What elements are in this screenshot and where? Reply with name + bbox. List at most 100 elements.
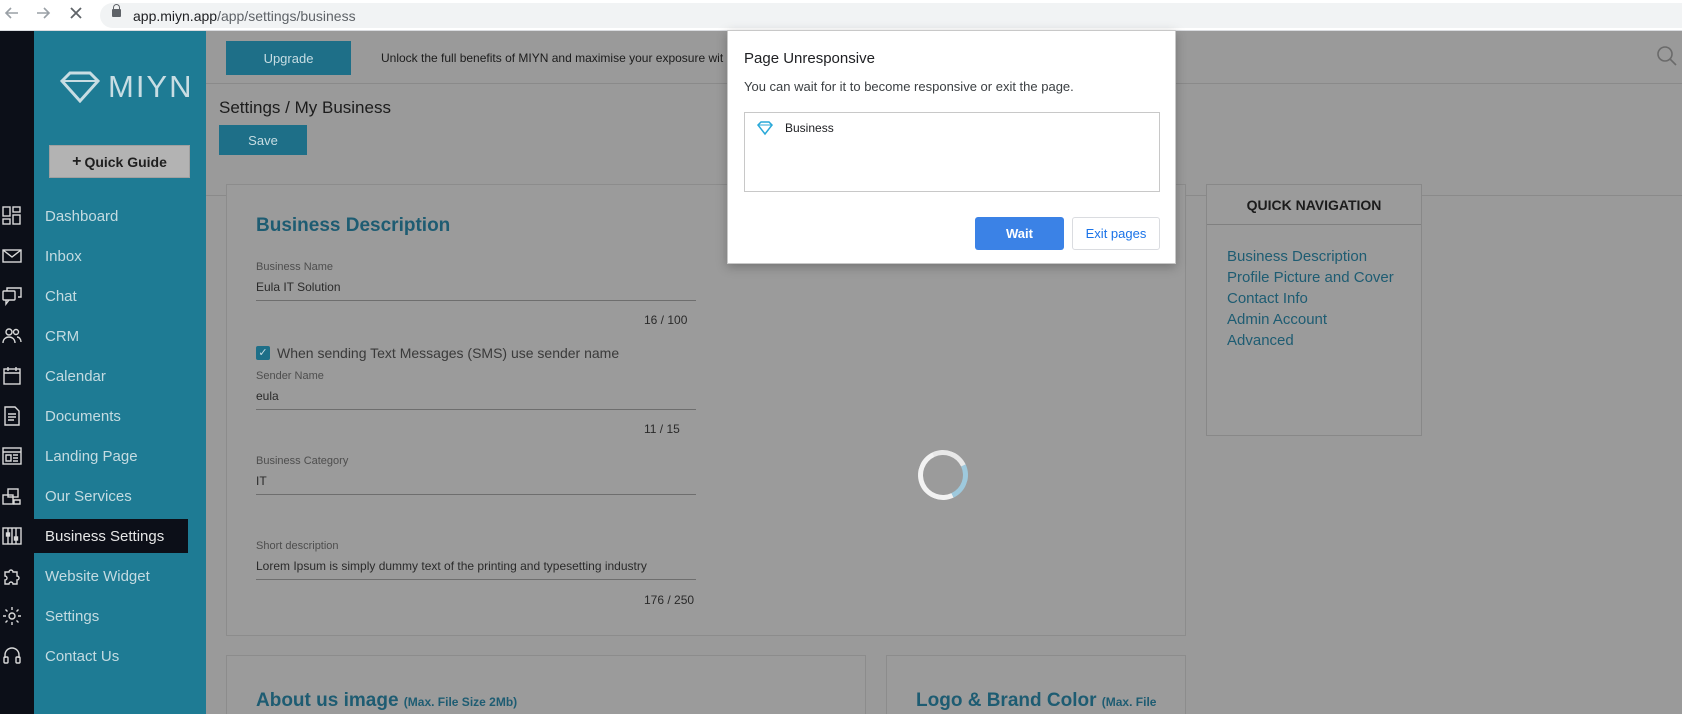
url-path: /app/settings/business (217, 8, 356, 24)
quick-nav-link-admin-account[interactable]: Admin Account (1227, 311, 1327, 328)
sidebar-item-landing-page[interactable]: Landing Page (34, 439, 188, 473)
services-icon[interactable] (1, 485, 23, 507)
chat-icon[interactable] (1, 285, 23, 307)
quick-nav-link-business-description[interactable]: Business Description (1227, 248, 1367, 265)
about-image-title: About us image (Max. File Size 2Mb) (256, 690, 517, 712)
sender-name-field[interactable]: eula (256, 389, 696, 410)
sidebar-item-website-widget[interactable]: Website Widget (34, 559, 188, 593)
logo-brand-panel: Logo & Brand Color (Max. File (886, 655, 1186, 714)
business-category-label: Business Category (256, 455, 349, 467)
sliders-icon[interactable] (1, 525, 23, 547)
sms-sender-label: When sending Text Messages (SMS) use sen… (277, 345, 620, 361)
business-name-counter: 16 / 100 (644, 313, 688, 327)
about-image-note: (Max. File Size 2Mb) (403, 695, 518, 709)
logo-brand-title: Logo & Brand Color (Max. File (916, 690, 1156, 712)
page-unresponsive-dialog: Page Unresponsive You can wait for it to… (727, 30, 1176, 264)
short-description-label: Short description (256, 540, 339, 552)
sidebar-item-label: Documents (45, 407, 121, 425)
quick-guide-label: Quick Guide (84, 153, 167, 170)
sidebar: MIYN + Quick Guide Dashboard Inbox Chat … (34, 31, 206, 714)
sidebar-item-label: Our Services (45, 487, 132, 505)
quick-nav-link-contact-info[interactable]: Contact Info (1227, 290, 1308, 307)
page-title: Settings / My Business (219, 98, 391, 117)
quick-guide-button[interactable]: + Quick Guide (49, 145, 190, 178)
quick-nav-link-advanced[interactable]: Advanced (1227, 332, 1294, 349)
forward-arrow-icon[interactable] (33, 5, 53, 25)
quick-nav-link-profile-picture[interactable]: Profile Picture and Cover (1227, 269, 1394, 286)
logo-brand-note: (Max. File (1101, 695, 1157, 709)
sidebar-item-our-services[interactable]: Our Services (34, 479, 188, 513)
envelope-icon[interactable] (1, 245, 23, 267)
upgrade-button[interactable]: Upgrade (226, 41, 351, 75)
page-name: Business (785, 121, 834, 135)
dialog-message: You can wait for it to become responsive… (744, 79, 1074, 94)
sender-name-label: Sender Name (256, 370, 324, 382)
sidebar-item-contact-us[interactable]: Contact Us (34, 639, 188, 673)
quick-navigation-title: QUICK NAVIGATION (1207, 185, 1421, 225)
sidebar-item-calendar[interactable]: Calendar (34, 359, 188, 393)
gear-icon[interactable] (1, 605, 23, 627)
diamond-icon (60, 71, 100, 103)
icon-rail (0, 31, 34, 714)
sidebar-item-inbox[interactable]: Inbox (34, 239, 188, 273)
sidebar-item-label: Settings (45, 607, 100, 625)
lock-icon[interactable] (112, 4, 121, 17)
sidebar-item-label: CRM (45, 327, 80, 345)
sidebar-item-label: Chat (45, 287, 77, 305)
logo[interactable]: MIYN (60, 69, 194, 105)
wait-label: Wait (1006, 226, 1033, 241)
sidebar-item-label: Website Widget (45, 567, 150, 585)
save-button[interactable]: Save (219, 125, 307, 155)
calendar-icon[interactable] (1, 365, 23, 387)
stop-loading-icon[interactable] (66, 5, 86, 25)
about-image-title-text: About us image (256, 690, 399, 711)
plus-icon: + (72, 152, 82, 170)
layout-icon[interactable] (1, 445, 23, 467)
list-item: Business (757, 120, 834, 136)
logo-text: MIYN (108, 69, 194, 104)
sidebar-item-label: Contact Us (45, 647, 120, 665)
save-label: Save (248, 132, 278, 148)
about-image-panel: About us image (Max. File Size 2Mb) (226, 655, 866, 714)
logo-brand-title-text: Logo & Brand Color (916, 690, 1097, 711)
sidebar-item-dashboard[interactable]: Dashboard (34, 199, 188, 233)
short-description-counter: 176 / 250 (644, 593, 695, 607)
section-title: Business Description (256, 215, 451, 236)
sidebar-item-business-settings[interactable]: Business Settings (34, 519, 188, 553)
sidebar-item-label: Inbox (45, 247, 82, 265)
sidebar-item-label: Business Settings (45, 527, 165, 545)
sidebar-item-crm[interactable]: CRM (34, 319, 188, 353)
sms-sender-checkbox[interactable]: ✓ (256, 346, 270, 360)
document-icon[interactable] (1, 405, 23, 427)
url-host: app.miyn.app (133, 8, 218, 24)
headset-icon[interactable] (1, 645, 23, 667)
unresponsive-pages-list: Business (744, 112, 1160, 192)
dashboard-icon[interactable] (1, 205, 23, 227)
sidebar-item-label: Dashboard (45, 207, 119, 225)
back-arrow-icon[interactable] (2, 5, 22, 25)
address-bar[interactable]: app.miyn.app/app/settings/business (100, 3, 1682, 28)
people-icon[interactable] (1, 325, 23, 347)
browser-toolbar: app.miyn.app/app/settings/business (0, 0, 1682, 31)
short-description-field[interactable]: Lorem Ipsum is simply dummy text of the … (256, 559, 696, 580)
business-category-field[interactable]: IT (256, 474, 696, 495)
upgrade-label: Upgrade (263, 50, 314, 66)
sidebar-item-label: Landing Page (45, 447, 138, 465)
diamond-favicon-icon (757, 120, 773, 136)
quick-navigation-panel: QUICK NAVIGATION Business Description Pr… (1206, 184, 1422, 436)
wait-button[interactable]: Wait (975, 217, 1064, 250)
business-name-field[interactable]: Eula IT Solution (256, 280, 696, 301)
sidebar-item-chat[interactable]: Chat (34, 279, 188, 313)
url-text[interactable]: app.miyn.app/app/settings/business (133, 8, 356, 24)
exit-pages-button[interactable]: Exit pages (1072, 217, 1160, 250)
sidebar-item-label: Calendar (45, 367, 106, 385)
upgrade-banner-text: Unlock the full benefits of MIYN and max… (381, 51, 724, 65)
search-icon[interactable] (1656, 45, 1678, 67)
sidebar-item-settings[interactable]: Settings (34, 599, 188, 633)
business-name-label: Business Name (256, 261, 334, 273)
dialog-title: Page Unresponsive (744, 50, 875, 67)
exit-pages-label: Exit pages (1085, 226, 1147, 241)
sidebar-item-documents[interactable]: Documents (34, 399, 188, 433)
puzzle-icon[interactable] (1, 565, 23, 587)
sender-name-counter: 11 / 15 (644, 422, 680, 436)
